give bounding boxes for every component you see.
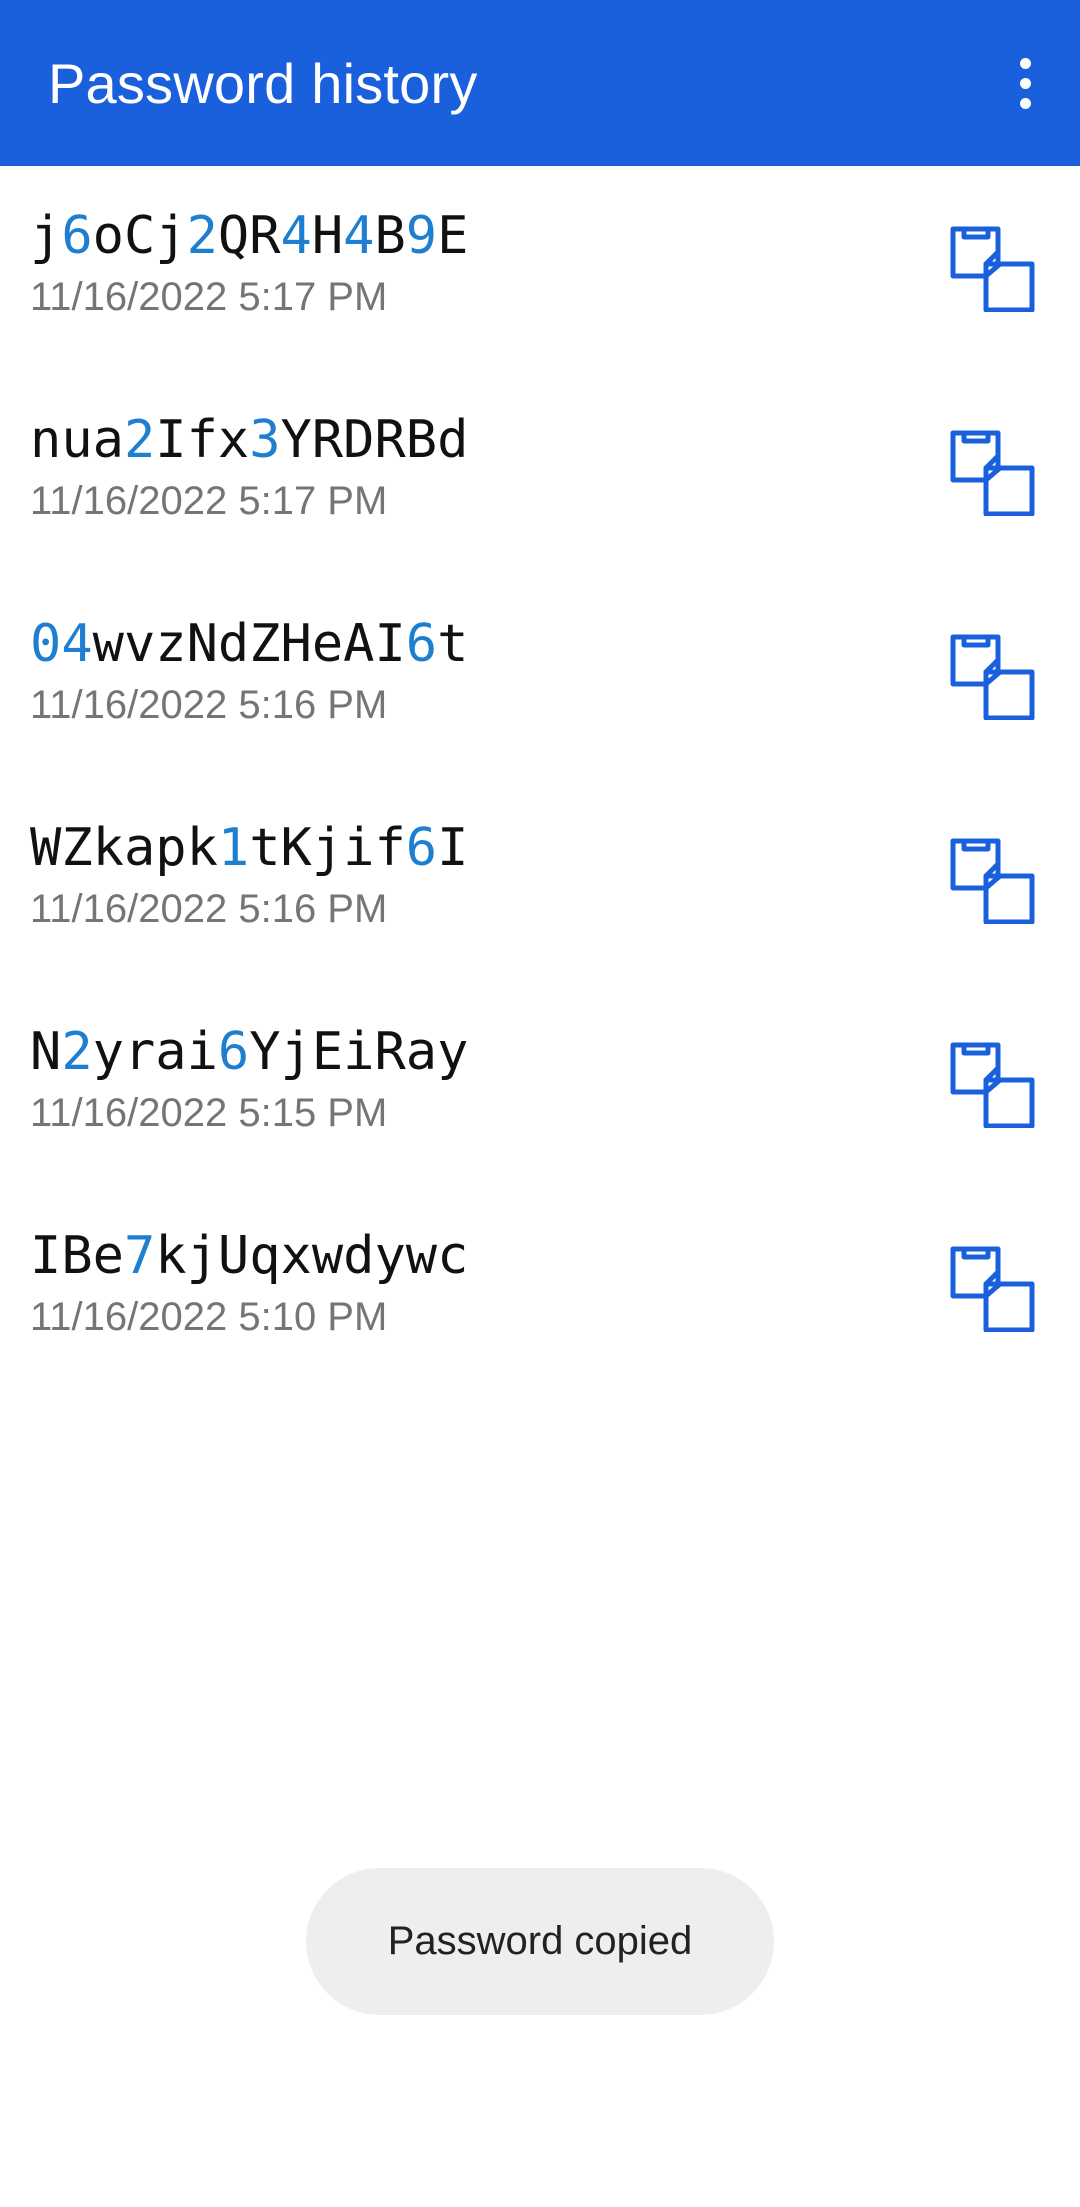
history-item: nua2Ifx3YRDRBd 11/16/2022 5:17 PM [0, 370, 1080, 574]
copy-icon[interactable] [950, 226, 1036, 313]
history-item: 04wvzNdZHeAI6t 11/16/2022 5:16 PM [0, 574, 1080, 778]
toast-message: Password copied [306, 1868, 774, 2015]
copy-icon[interactable] [950, 838, 1036, 925]
history-item: WZkapk1tKjif6I 11/16/2022 5:16 PM [0, 778, 1080, 982]
password-text: WZkapk1tKjif6I [30, 818, 469, 878]
password-text: j6oCj2QR4H4B9E [30, 206, 469, 266]
copy-icon[interactable] [950, 1246, 1036, 1333]
password-timestamp: 11/16/2022 5:17 PM [30, 275, 388, 319]
password-timestamp: 11/16/2022 5:16 PM [30, 683, 388, 727]
password-timestamp: 11/16/2022 5:15 PM [30, 1091, 388, 1135]
more-options-icon[interactable] [990, 43, 1060, 123]
menu-dot [1019, 97, 1031, 109]
password-timestamp: 11/16/2022 5:10 PM [30, 1295, 388, 1339]
copy-icon[interactable] [950, 1042, 1036, 1129]
history-item: j6oCj2QR4H4B9E 11/16/2022 5:17 PM [0, 166, 1080, 370]
password-text: 04wvzNdZHeAI6t [30, 614, 469, 674]
password-text: N2yrai6YjEiRay [30, 1022, 469, 1082]
password-timestamp: 11/16/2022 5:16 PM [30, 887, 388, 931]
password-timestamp: 11/16/2022 5:17 PM [30, 479, 388, 523]
history-item: IBe7kjUqxwdywc 11/16/2022 5:10 PM [0, 1186, 1080, 1390]
history-item: N2yrai6YjEiRay 11/16/2022 5:15 PM [0, 982, 1080, 1186]
page-title: Password history [48, 52, 478, 115]
app-bar: Password history [0, 0, 1080, 166]
password-history-list: j6oCj2QR4H4B9E 11/16/2022 5:17 PM nua2If… [0, 166, 1080, 1390]
copy-icon[interactable] [950, 634, 1036, 721]
copy-icon[interactable] [950, 430, 1036, 517]
menu-dot [1019, 57, 1031, 69]
password-text: nua2Ifx3YRDRBd [30, 410, 469, 470]
password-text: IBe7kjUqxwdywc [30, 1226, 469, 1286]
menu-dot [1019, 77, 1031, 89]
